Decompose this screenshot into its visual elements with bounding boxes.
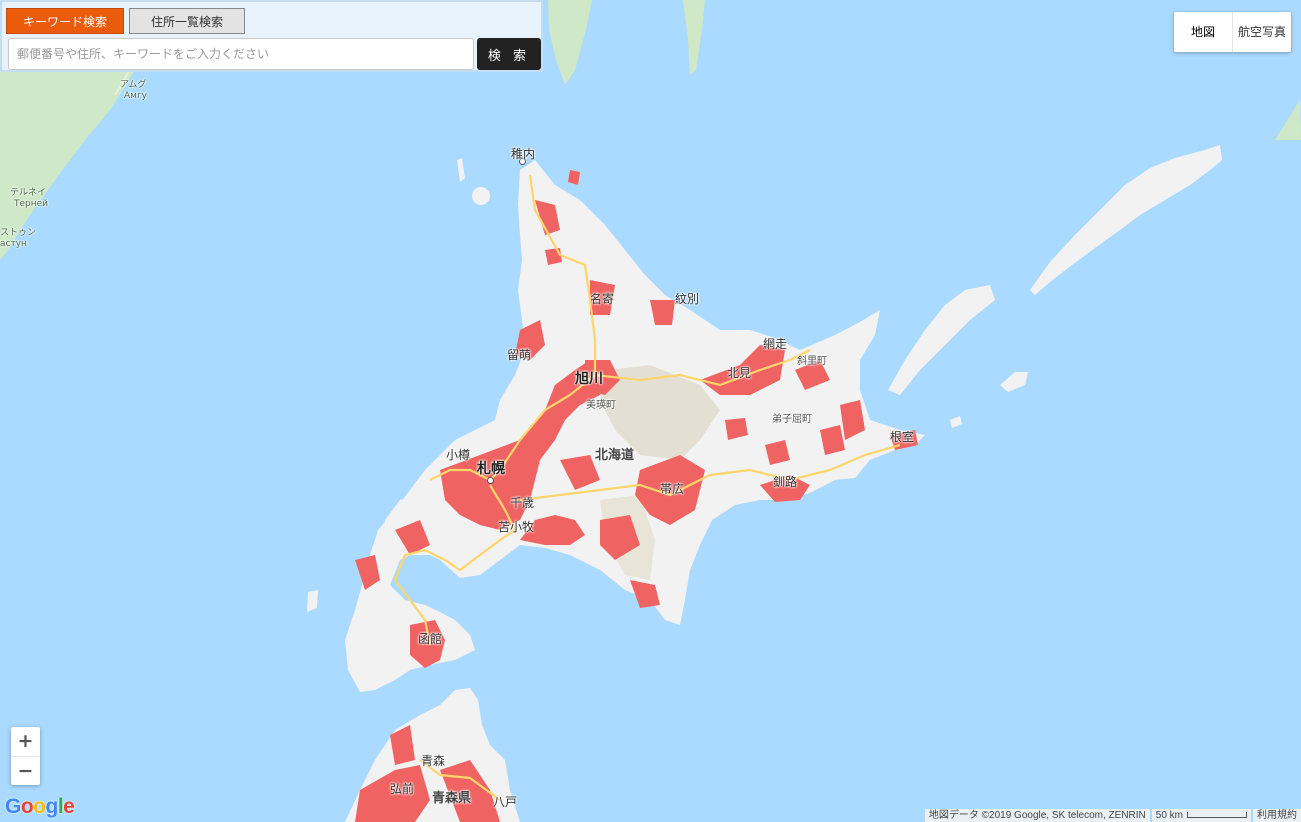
search-input[interactable] xyxy=(8,38,474,70)
region-label-hokkaido: 北海道 xyxy=(595,448,635,463)
google-logo-e: e xyxy=(63,795,75,818)
city-label-wakkanai: 稚内 xyxy=(511,147,536,161)
google-logo[interactable]: Google xyxy=(5,795,75,819)
attribution-bar: 地図データ ©2019 Google, SK telecom, ZENRIN 5… xyxy=(924,809,1301,822)
city-label-hakodate: 函館 xyxy=(418,632,443,646)
city-label-sapporo: 札幌 xyxy=(477,461,505,477)
map-type-map-button[interactable]: 地図 xyxy=(1174,12,1232,52)
city-label-chitose: 千歳 xyxy=(510,496,535,510)
region-label-aomori-pref: 青森県 xyxy=(432,791,472,806)
city-label-abashiri: 網走 xyxy=(763,337,788,351)
city-label-nemuro: 根室 xyxy=(890,430,915,444)
city-label-kushiro: 釧路 xyxy=(773,475,798,489)
city-label-kitami: 北見 xyxy=(727,366,752,380)
map-data-attribution: 地図データ ©2019 Google, SK telecom, ZENRIN xyxy=(924,809,1150,822)
terms-link[interactable]: 利用規約 xyxy=(1253,809,1301,822)
scale-control[interactable]: 50 km xyxy=(1151,809,1251,822)
tab-keyword-search[interactable]: キーワード検索 xyxy=(6,8,124,34)
city-label-hirosaki: 弘前 xyxy=(390,782,415,796)
google-logo-o2: o xyxy=(33,795,46,818)
zoom-in-button[interactable]: + xyxy=(11,727,40,756)
city-label-obihiro: 帯広 xyxy=(660,482,685,496)
tab-address-list-search[interactable]: 住所一覧検索 xyxy=(129,8,245,34)
city-label-nayoro: 名寄 xyxy=(590,292,615,306)
search-panel: キーワード検索 住所一覧検索 検 索 xyxy=(0,0,543,72)
city-label-otaru: 小樽 xyxy=(446,448,471,462)
city-label-aomori: 青森 xyxy=(421,754,446,768)
map-type-control: 地図 航空写真 xyxy=(1174,12,1291,52)
city-label-teshikaga: 弟子屈町 xyxy=(772,414,812,425)
kuril-islands xyxy=(1030,145,1222,295)
scale-label: 50 km xyxy=(1155,810,1183,821)
city-label-biei: 美瑛町 xyxy=(586,400,616,411)
zoom-control: + − xyxy=(11,727,40,785)
city-label-tomakomai: 苫小牧 xyxy=(498,520,535,534)
city-label-asahikawa: 旭川 xyxy=(575,371,603,387)
city-label-amgu-ru: Амгу xyxy=(124,91,148,101)
zoom-out-button[interactable]: − xyxy=(11,756,40,786)
city-label-terney-ru: Терней xyxy=(14,199,49,209)
map-type-satellite-button[interactable]: 航空写真 xyxy=(1232,12,1291,52)
google-logo-g: G xyxy=(5,795,21,818)
search-button[interactable]: 検 索 xyxy=(477,38,541,70)
scale-bar xyxy=(1187,812,1247,819)
city-label-hachinohe: 八戸 xyxy=(493,795,518,809)
google-logo-o1: o xyxy=(20,795,34,818)
city-label-amgu-jp: アムグ xyxy=(120,80,147,90)
map-base xyxy=(0,0,1301,822)
city-label-monbetsu: 紋別 xyxy=(675,292,700,306)
google-logo-g2: g xyxy=(45,795,59,818)
city-label-plastun-jp: ストゥン xyxy=(0,228,37,238)
map-canvas[interactable]: 稚内 名寄 紋別 留萌 網走 斜里町 旭川 美瑛町 北見 弟子屈町 根室 小樽 … xyxy=(0,0,1301,822)
city-label-terney-jp: テルネイ xyxy=(10,188,47,198)
city-label-rumoi: 留萌 xyxy=(507,348,532,362)
city-label-shari: 斜里町 xyxy=(797,356,827,367)
sakhalin-island xyxy=(548,0,592,85)
city-label-plastun-ru: астун xyxy=(0,239,27,249)
sapporo-marker xyxy=(487,477,494,484)
